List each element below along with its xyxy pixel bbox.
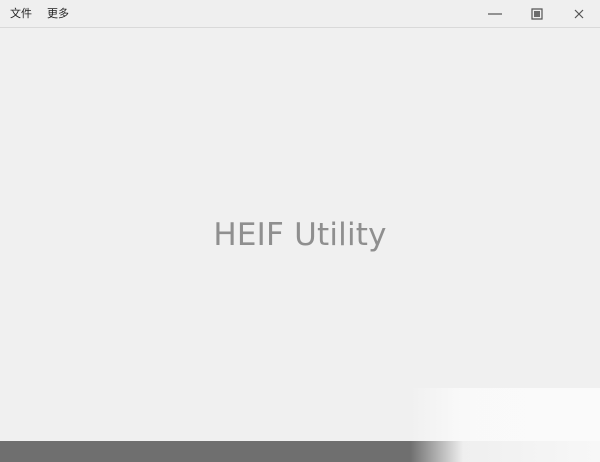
restore-button[interactable]	[516, 0, 558, 28]
app-window: 文件 更多 HEIF Utility	[0, 0, 600, 462]
close-icon	[574, 9, 584, 19]
restore-icon	[531, 8, 543, 20]
menu-file[interactable]: 文件	[10, 7, 32, 21]
window-controls	[474, 0, 600, 28]
bottom-bar	[0, 441, 600, 462]
menu-more[interactable]: 更多	[47, 7, 69, 21]
minimize-icon	[488, 13, 502, 15]
main-content: HEIF Utility	[0, 28, 600, 441]
minimize-button[interactable]	[474, 0, 516, 28]
close-button[interactable]	[558, 0, 600, 28]
title-bar: 文件 更多	[0, 0, 600, 28]
menu-bar: 文件 更多	[10, 7, 69, 21]
app-title: HEIF Utility	[213, 217, 387, 253]
